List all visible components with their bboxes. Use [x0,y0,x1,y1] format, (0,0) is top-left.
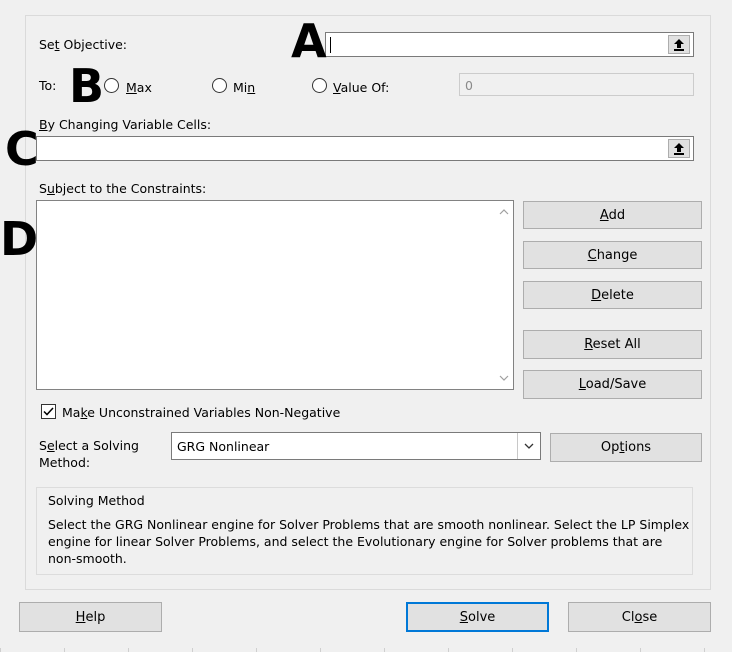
non-negative-checkbox[interactable] [41,404,56,419]
solve-button[interactable]: Solve [406,602,549,632]
non-negative-label: Make Unconstrained Variables Non-Negativ… [62,405,341,420]
value-of-input[interactable]: 0 [459,73,694,96]
dropdown-button[interactable] [517,433,540,459]
constraints-scrollbar[interactable] [496,201,513,389]
options-button[interactable]: Options [550,433,702,462]
variable-cells-label: By Changing Variable Cells: [39,117,212,132]
change-button[interactable]: Change [523,241,702,269]
min-radio[interactable] [212,78,227,93]
text-caret [330,37,331,53]
to-label: To: [39,78,57,93]
variable-cells-input[interactable] [36,136,694,161]
bottom-edge [0,648,732,652]
solving-method-select[interactable]: GRG Nonlinear [171,432,541,460]
load-save-button[interactable]: Load/Save [523,370,702,399]
annotation-c: C [5,122,39,176]
description-text: Select the GRG Nonlinear engine for Solv… [48,517,690,566]
scroll-up-icon[interactable] [498,206,510,218]
up-arrow-icon [674,143,684,155]
solving-method-label: Select a Solving Method: [39,438,139,470]
collapse-dialog-button[interactable] [668,139,690,158]
constraints-label: Subject to the Constraints: [39,181,207,196]
annotation-b: B [69,59,105,113]
reset-all-button[interactable]: Reset All [523,330,702,359]
scroll-down-icon[interactable] [498,372,510,384]
set-objective-label: Set Objective: [39,37,127,52]
delete-button[interactable]: Delete [523,281,702,309]
add-button[interactable]: Add [523,201,702,229]
constraints-list[interactable] [36,200,514,390]
annotation-a: A [291,14,327,68]
help-button[interactable]: Help [19,602,162,632]
min-label: Min [233,80,256,95]
value-of-radio[interactable] [312,78,327,93]
solving-method-value: GRG Nonlinear [177,439,270,454]
up-arrow-icon [674,39,684,51]
objective-input[interactable] [325,32,694,57]
description-title: Solving Method [48,493,145,508]
annotation-d: D [0,212,39,266]
collapse-dialog-button[interactable] [668,35,690,54]
solving-method-description: Solving Method Select the GRG Nonlinear … [36,487,693,575]
close-button[interactable]: Close [568,602,711,632]
value-of-label: Value Of: [333,80,390,95]
max-label: Max [126,80,152,95]
max-radio[interactable] [104,78,119,93]
checkmark-icon [43,407,54,416]
chevron-down-icon [524,443,534,449]
